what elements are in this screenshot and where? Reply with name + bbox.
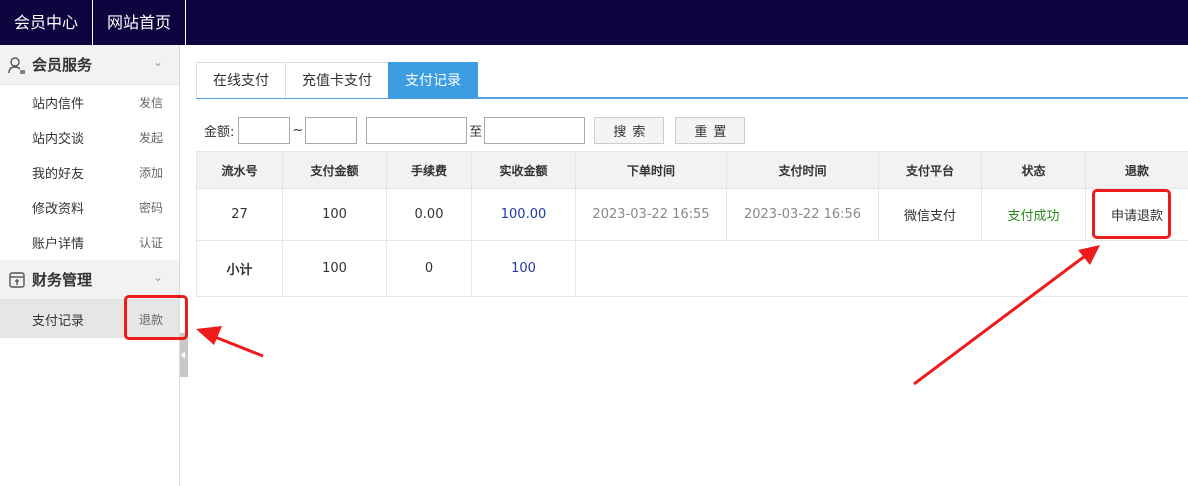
cell-id: 27 bbox=[196, 188, 283, 241]
table-row: 27 100 0.00 100.00 2023-03-22 16:55 2023… bbox=[196, 188, 1188, 241]
col-header-received: 实收金额 bbox=[471, 151, 576, 189]
cell-amount: 100 bbox=[282, 188, 387, 241]
cell-fee: 0.00 bbox=[386, 188, 472, 241]
amount-min-input[interactable] bbox=[238, 116, 291, 144]
col-header-platform: 支付平台 bbox=[878, 151, 982, 189]
sidebar-group-member-services[interactable]: 会员服务 ⌄ bbox=[0, 45, 179, 85]
cell-refund: 申请退款 bbox=[1085, 188, 1188, 241]
col-header-amount: 支付金额 bbox=[282, 151, 387, 189]
sidebar-item-label: 我的好友 bbox=[32, 167, 85, 182]
cell-status: 支付成功 bbox=[981, 188, 1086, 241]
chevron-down-icon: ⌄ bbox=[152, 270, 163, 284]
sidebar-item-label: 站内交谈 bbox=[32, 132, 85, 147]
reset-button[interactable]: 重置 bbox=[675, 116, 746, 144]
tab-card-payment[interactable]: 充值卡支付 bbox=[285, 62, 389, 98]
date-end-input[interactable] bbox=[484, 116, 586, 144]
range-separator: ~ bbox=[292, 122, 304, 138]
cell-summary-amount: 100 bbox=[282, 240, 387, 297]
cell-received: 100.00 bbox=[471, 188, 576, 241]
sidebar-item-action[interactable]: 发信 bbox=[139, 94, 163, 111]
sidebar-item-action[interactable]: 认证 bbox=[139, 234, 163, 251]
sidebar-item-messages[interactable]: 站内信件 发信 bbox=[0, 85, 179, 120]
cell-summary-empty bbox=[575, 240, 1188, 297]
nav-home[interactable]: 网站首页 bbox=[93, 0, 187, 45]
sidebar-group-finance[interactable]: 财务管理 ⌄ bbox=[0, 260, 179, 300]
top-nav: 会员中心 网站首页 bbox=[0, 0, 1188, 45]
cell-order-time: 2023-03-22 16:55 bbox=[575, 188, 727, 241]
col-header-id: 流水号 bbox=[196, 151, 283, 189]
payment-records-table: 流水号 支付金额 手续费 实收金额 下单时间 支付时间 支付平台 状态 退款 2… bbox=[196, 151, 1188, 297]
sidebar-item-action[interactable]: 发起 bbox=[139, 129, 163, 146]
sidebar-item-profile[interactable]: 修改资料 密码 bbox=[0, 190, 179, 225]
sidebar-collapse-handle[interactable] bbox=[180, 333, 188, 377]
cell-summary-label: 小计 bbox=[196, 240, 283, 297]
cell-summary-received: 100 bbox=[471, 240, 576, 297]
nav-member-center[interactable]: 会员中心 bbox=[0, 0, 94, 45]
cell-pay-time: 2023-03-22 16:56 bbox=[726, 188, 879, 241]
sidebar-item-action[interactable]: 密码 bbox=[139, 199, 163, 216]
sidebar-item-label: 修改资料 bbox=[32, 202, 85, 217]
tab-bar: 在线支付 充值卡支付 支付记录 bbox=[196, 62, 1188, 99]
apply-refund-link[interactable]: 申请退款 bbox=[1111, 209, 1163, 224]
table-summary-row: 小计 100 0 100 bbox=[196, 240, 1188, 297]
search-button[interactable]: 搜索 bbox=[594, 116, 665, 144]
date-start-input[interactable] bbox=[366, 116, 468, 144]
col-header-order-time: 下单时间 bbox=[575, 151, 727, 189]
user-icon bbox=[8, 56, 25, 74]
tab-online-payment[interactable]: 在线支付 bbox=[196, 62, 286, 98]
col-header-fee: 手续费 bbox=[386, 151, 472, 189]
amount-label: 金额: bbox=[204, 124, 235, 140]
col-header-refund: 退款 bbox=[1085, 151, 1188, 189]
top-bar: 会员中心 网站首页 bbox=[0, 0, 1188, 45]
cell-platform: 微信支付 bbox=[878, 188, 982, 241]
tab-payment-records[interactable]: 支付记录 bbox=[388, 62, 478, 98]
sidebar-group-title: 财务管理 bbox=[32, 271, 93, 289]
arrow-to-sidebar-refund bbox=[196, 326, 264, 358]
sidebar-item-account[interactable]: 账户详情 认证 bbox=[0, 225, 179, 260]
sidebar-item-label: 站内信件 bbox=[32, 97, 85, 112]
table-header-row: 流水号 支付金额 手续费 实收金额 下单时间 支付时间 支付平台 状态 退款 bbox=[196, 151, 1188, 189]
cell-summary-fee: 0 bbox=[386, 240, 472, 297]
wallet-icon bbox=[9, 271, 25, 288]
sidebar-item-friends[interactable]: 我的好友 添加 bbox=[0, 155, 179, 190]
amount-max-input[interactable] bbox=[305, 116, 358, 144]
sidebar-item-payment-records[interactable]: 支付记录 退款 bbox=[0, 300, 179, 338]
date-separator: 至 bbox=[469, 124, 483, 140]
filter-bar: 金额: ~ 至 搜索 重置 bbox=[196, 116, 746, 144]
sidebar-item-action[interactable]: 添加 bbox=[139, 164, 163, 181]
col-header-pay-time: 支付时间 bbox=[726, 151, 879, 189]
sidebar-item-label: 支付记录 bbox=[32, 313, 85, 329]
sidebar-group-title: 会员服务 bbox=[32, 56, 93, 74]
sidebar: 会员服务 ⌄ 站内信件 发信 站内交谈 发起 我的好友 添加 修改资料 密码 账… bbox=[0, 45, 180, 486]
col-header-status: 状态 bbox=[981, 151, 1086, 189]
chevron-down-icon: ⌄ bbox=[152, 55, 163, 69]
sidebar-item-refund-link[interactable]: 退款 bbox=[139, 311, 163, 328]
main-content: 在线支付 充值卡支付 支付记录 金额: ~ 至 搜索 重置 流水号 支付金额 手… bbox=[196, 62, 1188, 297]
sidebar-item-label: 账户详情 bbox=[32, 237, 85, 252]
sidebar-item-chat[interactable]: 站内交谈 发起 bbox=[0, 120, 179, 155]
